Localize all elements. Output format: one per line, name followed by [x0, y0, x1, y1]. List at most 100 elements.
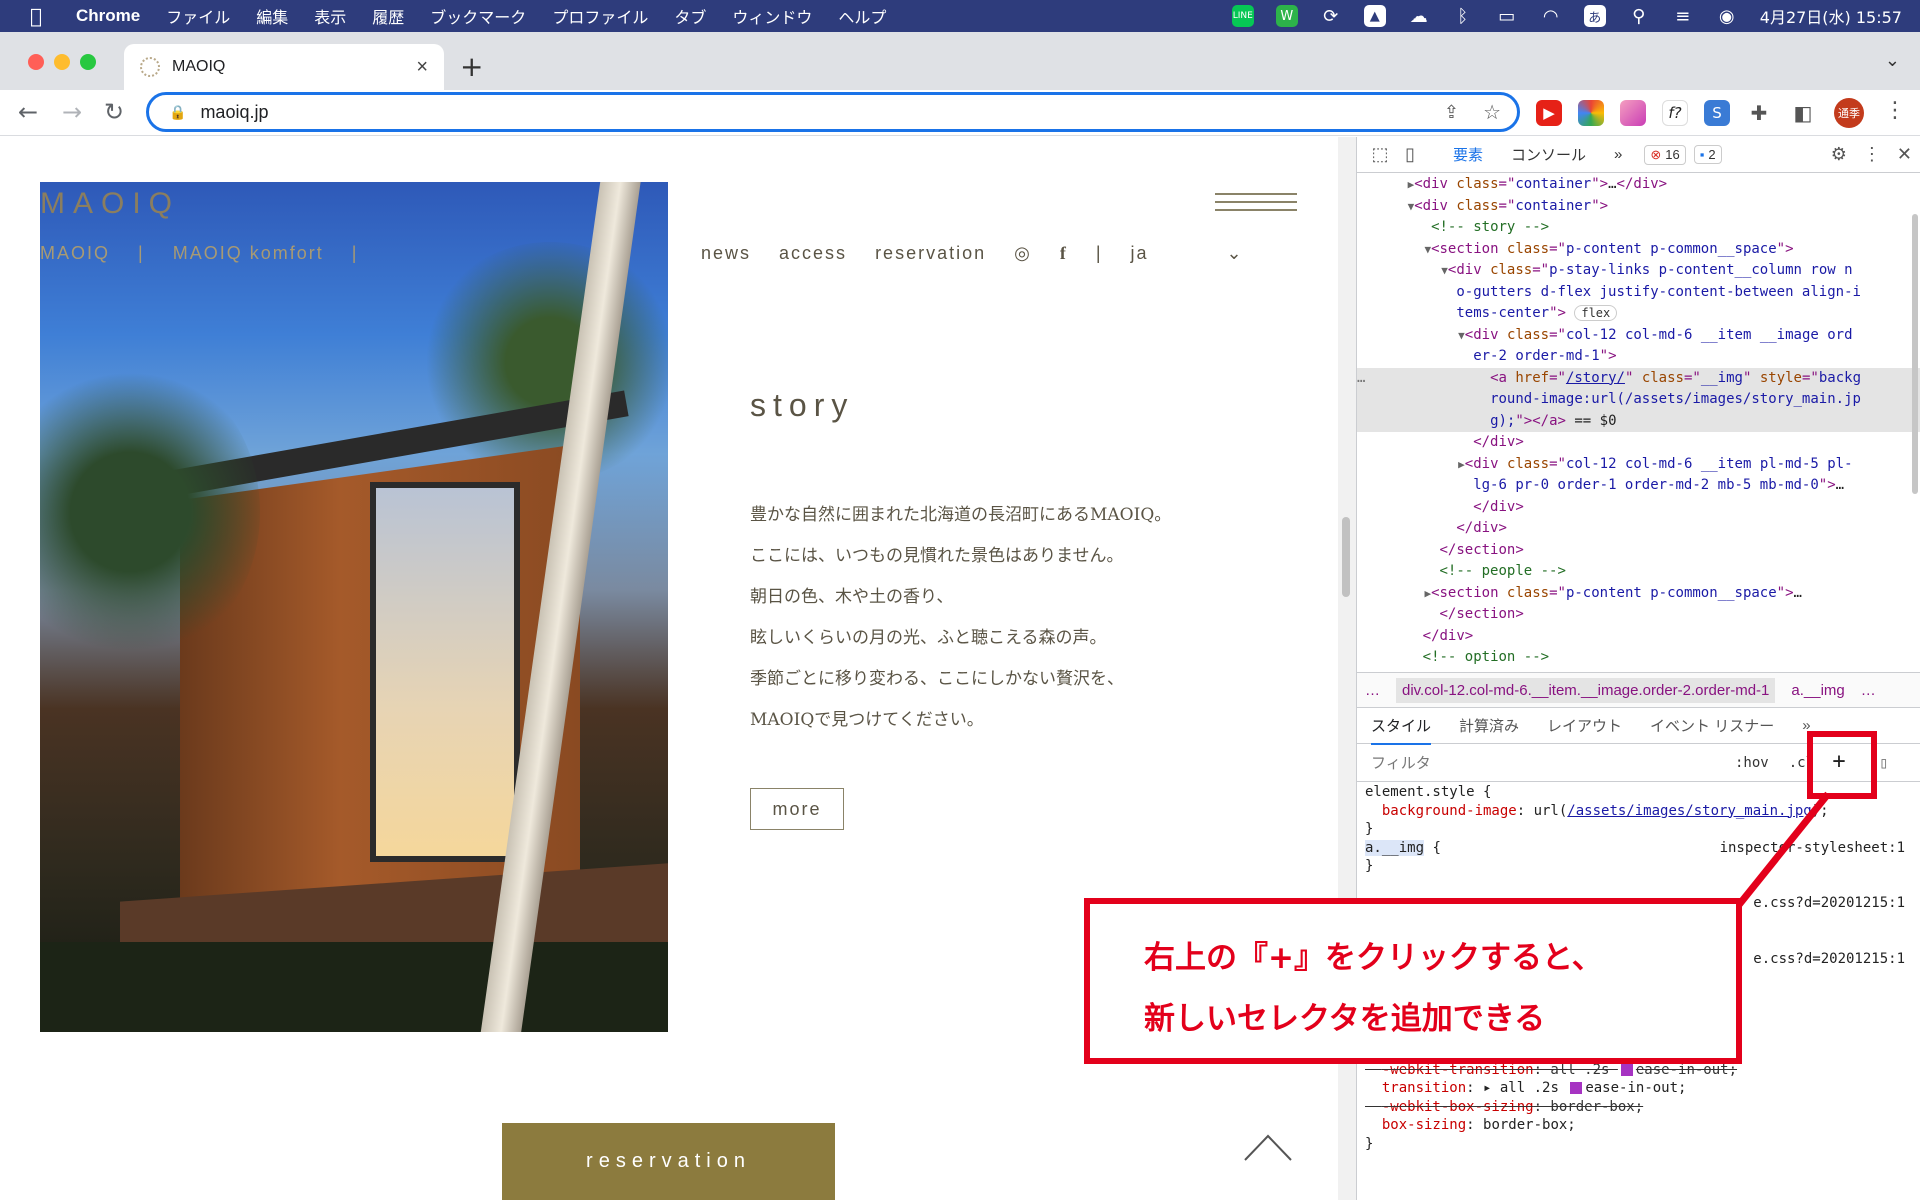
share-icon[interactable]: ⇪	[1444, 102, 1459, 123]
apple-menu-icon[interactable]: 	[14, 4, 58, 28]
tab-console[interactable]: コンソール	[1511, 144, 1586, 165]
dom-node-line[interactable]: <!-- people -->	[1357, 561, 1920, 583]
dom-node-line[interactable]: o-gutters d-flex justify-content-between…	[1357, 282, 1920, 304]
device-toolbar-icon[interactable]: ▯	[1395, 144, 1425, 165]
dom-node-line[interactable]: ▼<div class="container">	[1357, 196, 1920, 218]
font-extension-icon[interactable]: f?	[1662, 100, 1688, 126]
input-method-icon[interactable]: あ	[1583, 5, 1606, 27]
tab-search-chevron-icon[interactable]: ⌄	[1885, 50, 1900, 71]
url-text[interactable]: maoiq.jp	[200, 102, 268, 123]
breadcrumb-item-a[interactable]: a.__img	[1791, 682, 1844, 699]
close-window-button[interactable]	[28, 54, 44, 70]
profile-avatar[interactable]: 通季	[1834, 98, 1864, 128]
dom-node-line[interactable]: ▼<div class="p-stay-links p-content__col…	[1357, 260, 1920, 282]
story-hero-image[interactable]	[40, 182, 668, 1032]
color-picker-extension-icon[interactable]	[1578, 100, 1604, 126]
line-app-icon[interactable]: LINE	[1231, 5, 1254, 27]
screenshot-extension-icon[interactable]: S	[1704, 100, 1730, 126]
menu-file[interactable]: ファイル	[166, 4, 230, 28]
style-rule-line[interactable]: -webkit-box-sizing: border-box;	[1357, 1098, 1920, 1117]
dom-node-line[interactable]: … <a href="/story/" class="__img" style=…	[1357, 367, 1920, 389]
dom-node-line[interactable]: </div>	[1357, 518, 1920, 540]
dom-node-line[interactable]: lg-6 pr-0 order-1 order-md-2 mb-5 mb-md-…	[1357, 475, 1920, 497]
cloud-icon[interactable]: ☁	[1408, 5, 1430, 27]
menu-tab[interactable]: タブ	[674, 4, 706, 28]
dom-node-line[interactable]: tems-center"> flex	[1357, 303, 1920, 325]
stylesheet-source-link[interactable]: e.css?d=20201215:1	[1753, 950, 1905, 969]
devtools-menu-icon[interactable]: ⋮	[1863, 144, 1881, 165]
drive-icon[interactable]: ▲	[1363, 5, 1386, 27]
close-devtools-icon[interactable]: ✕	[1897, 144, 1912, 165]
dom-node-line[interactable]: <!-- option -->	[1357, 647, 1920, 669]
elements-scrollbar-thumb[interactable]	[1912, 214, 1918, 494]
address-bar[interactable]: 🔒 maoiq.jp ⇪ ☆	[146, 92, 1520, 132]
gradient-extension-icon[interactable]	[1620, 100, 1646, 126]
nav-access[interactable]: access	[779, 243, 847, 264]
nav-news[interactable]: news	[701, 243, 751, 264]
error-count-badge[interactable]: ⊗ 16	[1644, 144, 1686, 165]
style-rule-line[interactable]: box-sizing: border-box;	[1357, 1116, 1920, 1135]
settings-gear-icon[interactable]: ⚙	[1831, 144, 1847, 165]
more-tabs-icon[interactable]: »	[1614, 146, 1622, 163]
style-rule-line[interactable]: transition: ▸ all .2s ease-in-out;	[1357, 1079, 1920, 1098]
nav-maoiq-komfort[interactable]: MAOIQ komfort	[173, 243, 324, 264]
tab-computed[interactable]: 計算済み	[1459, 715, 1519, 736]
minimize-window-button[interactable]	[54, 54, 70, 70]
menu-edit[interactable]: 編集	[256, 4, 288, 28]
forward-arrow-icon[interactable]: →	[62, 98, 82, 126]
new-tab-icon[interactable]: +	[460, 50, 483, 83]
breadcrumb-more[interactable]: …	[1861, 682, 1876, 699]
menu-help[interactable]: ヘルプ	[838, 4, 886, 28]
dom-node-line[interactable]: ▶<section class="p-content p-common__spa…	[1357, 583, 1920, 605]
menubar-clock[interactable]: 4月27日(水) 15:57	[1760, 4, 1902, 28]
dom-node-line[interactable]: g);"></a> == $0	[1357, 410, 1920, 432]
extensions-puzzle-icon[interactable]: ✚	[1746, 100, 1772, 126]
control-center-icon[interactable]: ≡	[1672, 5, 1694, 27]
app-menu[interactable]: Chrome	[76, 6, 140, 26]
inspect-element-icon[interactable]: ⬚	[1365, 144, 1395, 165]
w-app-icon[interactable]: W	[1275, 5, 1298, 27]
page-scrollbar-thumb[interactable]	[1342, 517, 1350, 597]
dom-node-line[interactable]: er-2 order-md-1">	[1357, 346, 1920, 368]
bookmark-star-icon[interactable]: ☆	[1483, 100, 1501, 125]
chevron-down-icon[interactable]: ⌄	[1227, 243, 1244, 264]
style-rule-line[interactable]: }	[1357, 1135, 1920, 1154]
breadcrumb-overflow[interactable]: …	[1365, 682, 1380, 699]
nav-maoiq[interactable]: MAOIQ	[40, 243, 110, 264]
facebook-icon[interactable]: f	[1060, 243, 1068, 264]
back-to-top-icon[interactable]	[1243, 1132, 1293, 1162]
dom-node-line[interactable]: ▶<div class="container">…</div>	[1357, 174, 1920, 196]
site-logo[interactable]: MAOIQ	[40, 187, 180, 221]
menu-bookmarks[interactable]: ブックマーク	[430, 4, 526, 28]
tab-elements[interactable]: 要素	[1453, 144, 1483, 165]
battery-icon[interactable]: ▭	[1496, 5, 1518, 27]
hover-state-toggle[interactable]: :hov	[1735, 755, 1769, 771]
reservation-button[interactable]: reservation	[502, 1123, 835, 1200]
dom-node-line[interactable]: round-image:url(/assets/images/story_mai…	[1357, 389, 1920, 411]
dom-node-line[interactable]: <!-- story -->	[1357, 217, 1920, 239]
breadcrumb-item-div[interactable]: div.col-12.col-md-6.__item.__image.order…	[1396, 677, 1776, 703]
instagram-icon[interactable]: ◎	[1014, 243, 1032, 264]
youtube-extension-icon[interactable]: ▶	[1536, 100, 1562, 126]
tab-layout[interactable]: レイアウト	[1547, 715, 1622, 736]
dom-node-line[interactable]: </div>	[1357, 432, 1920, 454]
dom-node-line[interactable]: ▼<section class="p-content p-common__spa…	[1357, 239, 1920, 261]
close-tab-icon[interactable]: ×	[416, 56, 428, 79]
menu-profile[interactable]: プロファイル	[552, 4, 648, 28]
lock-icon[interactable]: 🔒	[169, 104, 186, 121]
hamburger-menu-icon[interactable]	[1215, 193, 1297, 217]
language-select[interactable]: ja	[1131, 243, 1149, 264]
message-count-badge[interactable]: ▪ 2	[1693, 145, 1722, 164]
siri-icon[interactable]: ◉	[1716, 5, 1738, 27]
dom-node-line[interactable]: </div>	[1357, 497, 1920, 519]
dom-node-line[interactable]: ▼<div class="col-12 col-md-6 __item __im…	[1357, 325, 1920, 347]
elements-tree[interactable]: ▶<div class="container">…</div> ▼<div cl…	[1357, 174, 1920, 672]
reload-icon[interactable]: ↻	[104, 98, 124, 126]
tab-event-listeners[interactable]: イベント リスナー	[1650, 715, 1774, 736]
dom-node-line[interactable]: ▶<div class="col-12 col-md-6 __item pl-m…	[1357, 454, 1920, 476]
spotlight-search-icon[interactable]: ⚲	[1628, 5, 1650, 27]
menu-history[interactable]: 履歴	[372, 4, 404, 28]
dom-node-line[interactable]: </section>	[1357, 540, 1920, 562]
menu-view[interactable]: 表示	[314, 4, 346, 28]
more-button[interactable]: more	[750, 788, 844, 830]
